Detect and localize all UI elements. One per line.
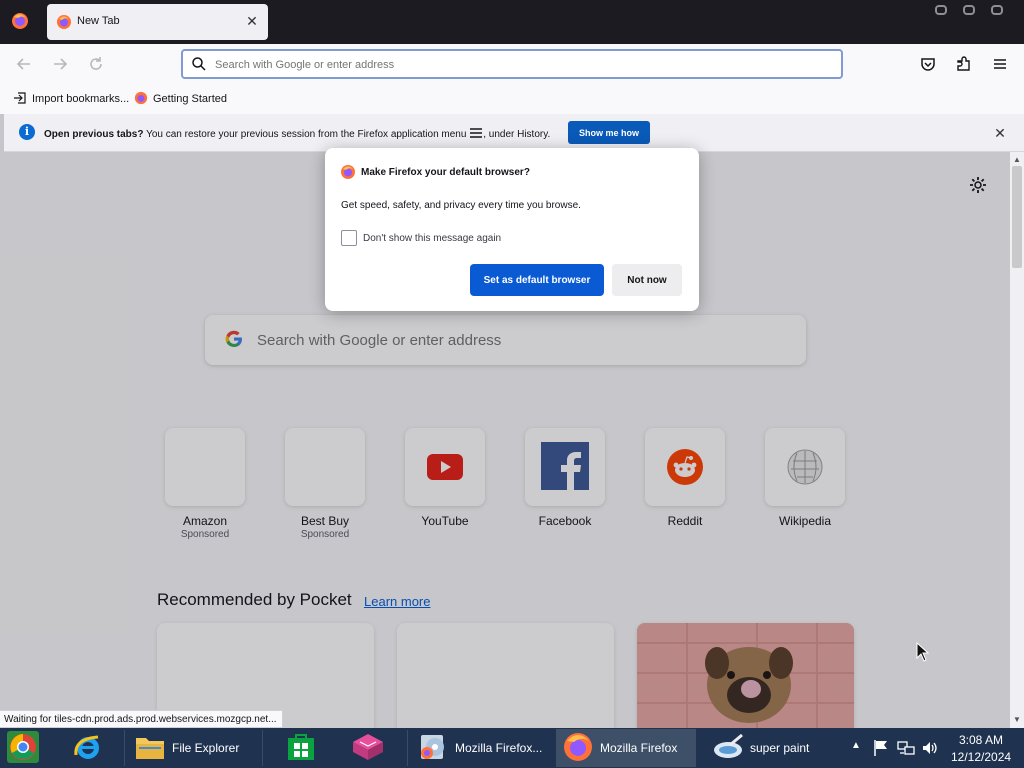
hamburger-menu-icon — [469, 127, 483, 142]
taskbar-firefox[interactable]: Mozilla Firefox — [556, 729, 696, 767]
address-input[interactable] — [215, 56, 815, 74]
dialog-title: Make Firefox your default browser? — [361, 167, 530, 178]
notification-message: Open previous tabs? You can restore your… — [44, 127, 550, 142]
tab-new-tab[interactable]: New Tab ✕ — [47, 4, 268, 40]
firefox-setup-icon — [417, 731, 449, 766]
clock-date[interactable]: 12/12/2024 — [951, 750, 1011, 764]
store-icon — [286, 732, 316, 765]
taskbar-firefox-setup[interactable]: Mozilla Firefox... — [411, 729, 551, 767]
taskbar-label: Mozilla Firefox... — [455, 741, 543, 755]
scroll-down-arrow-icon[interactable]: ▼ — [1013, 716, 1021, 724]
firefox-icon — [56, 14, 72, 30]
bookmark-getting-started[interactable]: Getting Started — [134, 90, 227, 108]
bookmark-label: Getting Started — [153, 93, 227, 105]
bookmark-import[interactable]: Import bookmarks... — [13, 90, 129, 108]
navigation-toolbar — [0, 44, 1024, 84]
volume-icon[interactable] — [921, 739, 939, 760]
firefox-icon — [340, 164, 356, 180]
taskbar-chrome[interactable] — [0, 729, 58, 767]
taskbar-separator — [124, 730, 125, 766]
extensions-icon[interactable] — [954, 54, 974, 74]
restore-session-notification: i Open previous tabs? You can restore yo… — [0, 114, 1024, 152]
taskbar-separator — [262, 730, 263, 766]
close-window-button[interactable] — [991, 5, 1003, 15]
mouse-cursor-icon — [916, 641, 930, 662]
import-icon — [13, 91, 27, 108]
close-tab-icon[interactable]: ✕ — [243, 12, 261, 30]
show-me-how-button[interactable]: Show me how — [568, 121, 650, 144]
folder-icon — [134, 732, 166, 765]
dont-show-again-checkbox[interactable] — [341, 230, 357, 246]
chrome-icon — [6, 730, 40, 767]
search-icon — [191, 56, 207, 72]
dont-show-again-label[interactable]: Don't show this message again — [363, 233, 501, 244]
not-now-button[interactable]: Not now — [612, 264, 682, 296]
taskbar-file-explorer[interactable]: File Explorer — [128, 729, 256, 767]
action-center-flag-icon[interactable] — [873, 739, 889, 760]
bookmarks-toolbar: Import bookmarks... Getting Started — [0, 84, 1024, 114]
network-icon[interactable] — [897, 739, 915, 760]
info-icon: i — [19, 124, 35, 140]
firefox-icon — [562, 731, 594, 766]
reload-icon[interactable] — [86, 54, 106, 74]
notification-bold: Open previous tabs? — [44, 129, 144, 141]
tab-title: New Tab — [77, 15, 120, 27]
dialog-body: Get speed, safety, and privacy every tim… — [341, 200, 581, 211]
pocket-icon[interactable] — [918, 54, 938, 74]
internet-explorer-icon — [72, 731, 104, 766]
notification-text-after: , under History. — [483, 129, 551, 141]
tab-bar: New Tab ✕ — [0, 0, 1024, 44]
taskbar-super-paint[interactable]: super paint — [706, 729, 841, 767]
scroll-up-arrow-icon[interactable]: ▲ — [1013, 156, 1021, 164]
taskbar-label: Mozilla Firefox — [600, 741, 678, 755]
default-browser-dialog: Make Firefox your default browser? Get s… — [325, 148, 699, 311]
app-icon — [351, 732, 385, 765]
show-hidden-icons-chevron-icon[interactable]: ▲ — [851, 740, 863, 754]
menu-icon[interactable] — [990, 54, 1010, 74]
paint-icon — [712, 733, 744, 764]
taskbar-store[interactable] — [280, 729, 330, 767]
firefox-view-icon[interactable] — [8, 9, 32, 33]
notification-accent — [0, 114, 4, 152]
back-arrow-icon[interactable] — [14, 54, 34, 74]
taskbar-label: File Explorer — [172, 741, 240, 755]
notification-text: You can restore your previous session fr… — [143, 129, 470, 141]
bookmark-label: Import bookmarks... — [32, 93, 130, 105]
page-scrollbar[interactable]: ▲ ▼ — [1010, 152, 1024, 728]
taskbar-app[interactable] — [345, 729, 400, 767]
taskbar-separator — [407, 730, 408, 766]
taskbar: File Explorer Mozilla Firefox... Mozilla… — [0, 728, 1024, 768]
status-panel: Waiting for tiles-cdn.prod.ads.prod.webs… — [0, 710, 283, 728]
close-icon[interactable]: ✕ — [992, 125, 1008, 141]
taskbar-internet-explorer[interactable] — [66, 729, 120, 767]
address-bar[interactable] — [181, 49, 843, 79]
set-as-default-button[interactable]: Set as default browser — [470, 264, 604, 296]
maximize-window-button[interactable] — [963, 5, 975, 15]
taskbar-label: super paint — [750, 741, 810, 755]
minimize-window-button[interactable] — [935, 5, 947, 15]
firefox-icon — [134, 91, 148, 108]
scrollbar-thumb[interactable] — [1012, 166, 1022, 268]
clock-time[interactable]: 3:08 AM — [951, 733, 1011, 747]
forward-arrow-icon[interactable] — [50, 54, 70, 74]
